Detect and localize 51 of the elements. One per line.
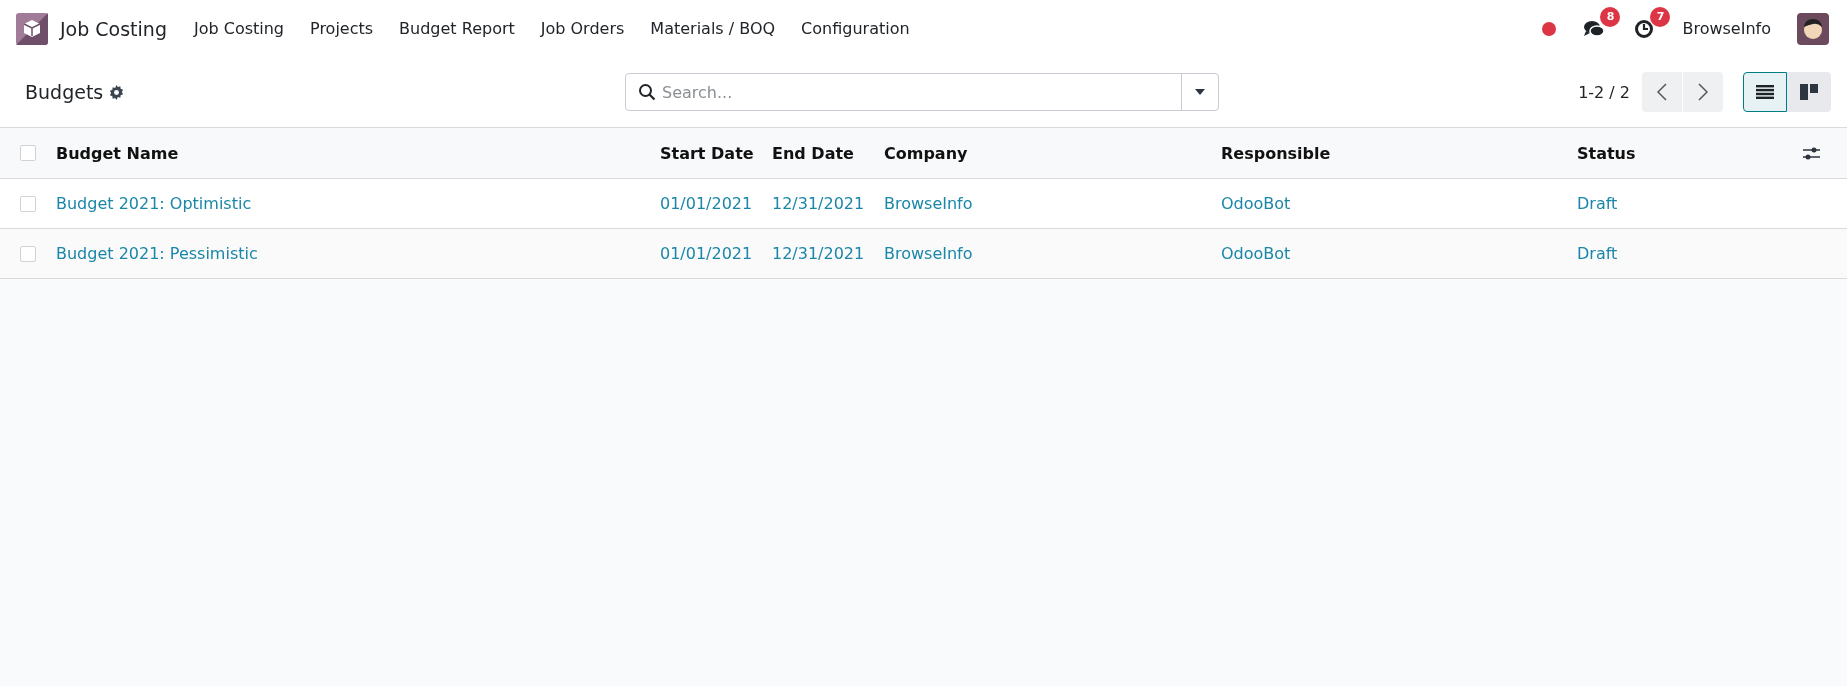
table-cell[interactable]: Budget 2021: Optimistic [56, 179, 660, 228]
view-switch-button[interactable] [1787, 72, 1831, 112]
column-header[interactable]: Company [884, 128, 1221, 178]
app-logo-icon[interactable] [16, 12, 48, 45]
table-cell[interactable]: OdooBot [1221, 229, 1577, 278]
column-header[interactable]: Responsible [1221, 128, 1577, 178]
table-cell[interactable]: 01/01/2021 [660, 229, 772, 278]
search-bar[interactable]: Search... [625, 73, 1219, 111]
app-name[interactable]: Job Costing [60, 17, 167, 40]
gear-icon[interactable] [109, 84, 125, 100]
table-cell[interactable]: Draft [1577, 229, 1803, 278]
row-checkbox[interactable] [20, 195, 36, 212]
page-title: Budgets [25, 81, 104, 103]
clock-icon[interactable] [1634, 18, 1655, 39]
column-header[interactable]: Budget Name [56, 128, 660, 178]
chevron-right-icon [1698, 83, 1708, 101]
table-row[interactable]: Budget 2021: Optimistic 01/01/2021 12/31/2021 BrowseInfo OdooBot Draft [0, 179, 1847, 229]
table-cell[interactable]: BrowseInfo [884, 229, 1221, 278]
menu-item[interactable]: Job Orders [527, 13, 638, 44]
table-cell[interactable]: BrowseInfo [884, 179, 1221, 228]
dropdown-caret-icon[interactable] [1195, 89, 1205, 95]
chat-icon[interactable] [1583, 18, 1606, 39]
row-checkbox[interactable] [20, 245, 36, 262]
menu-item[interactable]: Materials / BOQ [637, 13, 789, 44]
column-header[interactable]: Start Date [660, 128, 772, 178]
message-count-badge: 8 [1600, 6, 1621, 27]
table-cell[interactable]: Draft [1577, 179, 1803, 228]
view-switch-button[interactable] [1743, 72, 1787, 112]
menu-item[interactable]: Projects [297, 13, 387, 44]
chevron-left-icon [1657, 83, 1667, 101]
table-cell[interactable]: OdooBot [1221, 179, 1577, 228]
kanban-view-icon [1800, 84, 1818, 100]
activity-count-badge: 7 [1650, 6, 1671, 27]
column-header[interactable]: Status [1577, 128, 1803, 178]
table-cell[interactable]: 12/31/2021 [772, 179, 884, 228]
row-checkbox[interactable] [20, 145, 36, 161]
user-name[interactable]: BrowseInfo [1682, 19, 1771, 38]
search-field[interactable]: Search... [656, 82, 1181, 102]
menu-item[interactable]: Configuration [788, 13, 923, 44]
status-dot-icon [1542, 21, 1557, 36]
menu-item[interactable]: Job Costing [180, 13, 297, 44]
table-cell[interactable]: 01/01/2021 [660, 179, 772, 228]
sliders-icon[interactable] [1803, 145, 1820, 161]
avatar-icon[interactable] [1797, 12, 1829, 45]
table-cell[interactable]: 12/31/2021 [772, 229, 884, 278]
pager-value: 1-2 / 2 [1578, 82, 1630, 102]
list-view-icon [1756, 85, 1774, 99]
column-header[interactable]: End Date [772, 128, 884, 178]
table-cell[interactable]: Budget 2021: Pessimistic [56, 229, 660, 278]
menu-item[interactable]: Budget Report [386, 13, 528, 44]
search-icon [638, 83, 656, 101]
